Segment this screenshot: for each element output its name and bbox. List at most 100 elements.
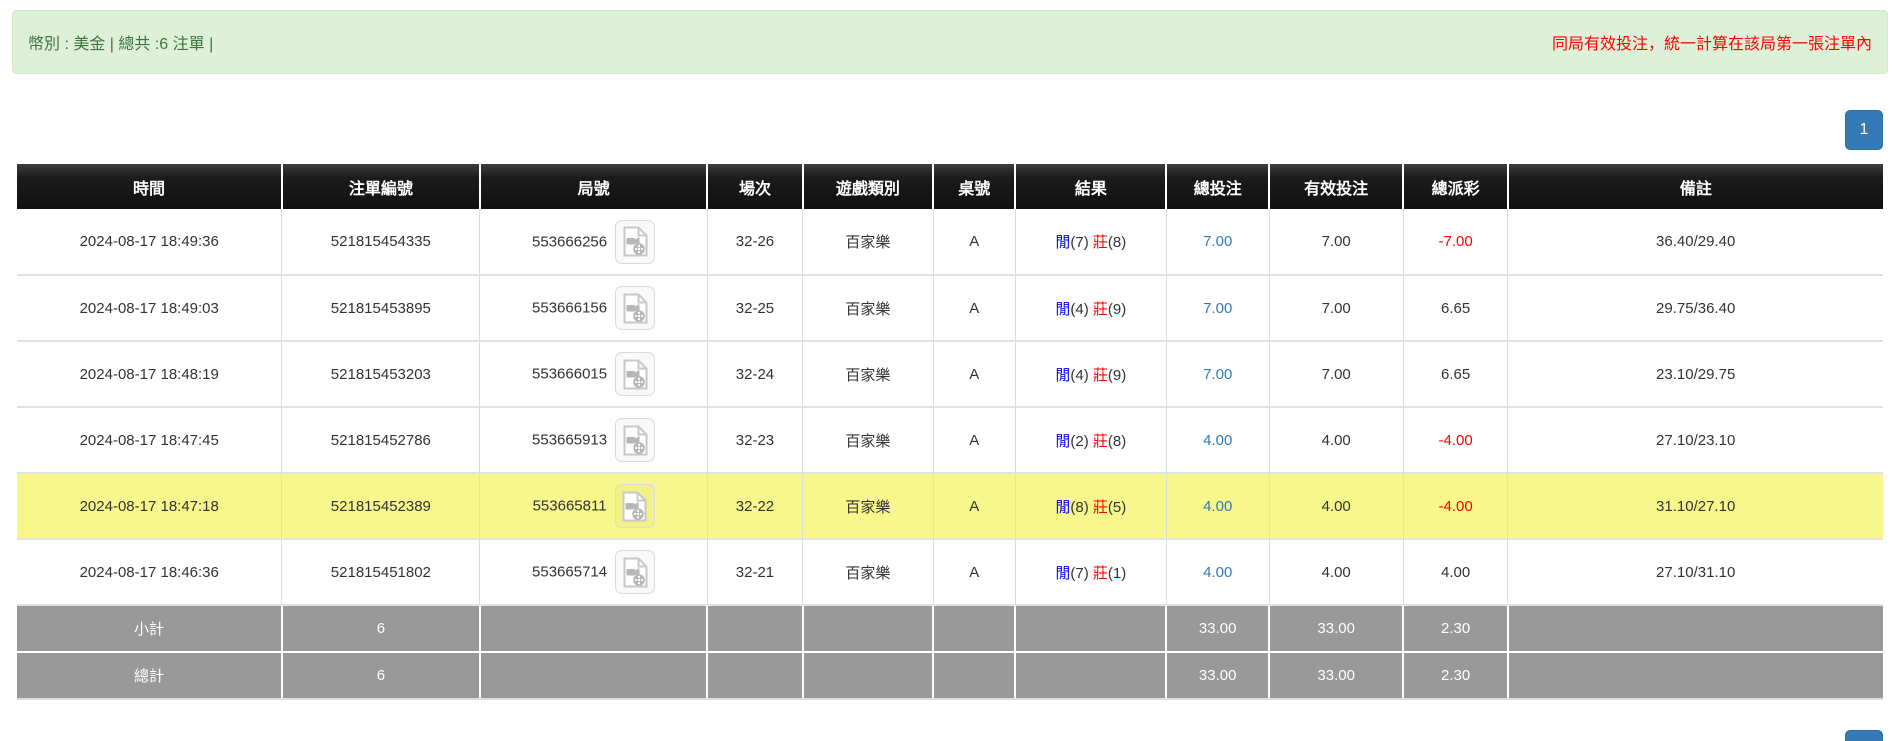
total-cell-5 bbox=[932, 651, 1016, 700]
currency-total-text: 幣別 : 美金 | 總共 :6 注單 | bbox=[28, 36, 214, 53]
result-banker-value: (9) bbox=[1107, 366, 1127, 384]
result-player-value: (4) bbox=[1070, 366, 1089, 384]
cell-payout: 6.65 bbox=[1402, 275, 1508, 342]
cell-payout: 4.00 bbox=[1402, 539, 1508, 606]
table-row[interactable]: 2024-08-17 18:46:36 521815451802 553665714… bbox=[17, 539, 1883, 606]
round-number: 553666156 bbox=[532, 299, 608, 317]
subtotal-cell-5 bbox=[932, 604, 1016, 652]
pagination-bottom: 1 bbox=[0, 730, 1883, 741]
column-header-9: 總派彩 bbox=[1402, 164, 1508, 209]
page-button-1-bottom[interactable]: 1 bbox=[1845, 730, 1883, 741]
column-header-6: 結果 bbox=[1014, 164, 1167, 209]
total-bet-link[interactable]: 4.00 bbox=[1203, 498, 1232, 515]
cell-total-bet: 4.00 bbox=[1165, 539, 1270, 606]
total-cell-8: 33.00 bbox=[1268, 651, 1404, 700]
total-bet-link[interactable]: 7.00 bbox=[1203, 300, 1232, 317]
video-replay-button[interactable] bbox=[615, 550, 656, 594]
subtotal-cell-2 bbox=[478, 604, 708, 652]
total-bet-link[interactable]: 4.00 bbox=[1203, 564, 1232, 581]
column-header-7: 總投注 bbox=[1165, 164, 1270, 209]
subtotal-row: 小計 6 33.00 33.00 2.30 bbox=[17, 604, 1883, 652]
video-replay-icon bbox=[623, 557, 648, 587]
subtotal-cell-0: 小計 bbox=[17, 604, 282, 652]
cell-round: 553665811 bbox=[479, 473, 708, 540]
total-cell-10 bbox=[1506, 651, 1883, 700]
cell-bet-id: 521815453895 bbox=[281, 275, 480, 342]
column-header-0: 時間 bbox=[17, 164, 282, 209]
cell-bet-id: 521815451802 bbox=[281, 539, 480, 606]
cell-session: 32-21 bbox=[706, 539, 803, 606]
cell-session: 32-26 bbox=[706, 209, 803, 276]
cell-game-type: 百家樂 bbox=[802, 209, 934, 276]
table-row[interactable]: 2024-08-17 18:49:03 521815453895 553666156… bbox=[17, 275, 1883, 342]
video-replay-icon bbox=[623, 293, 648, 323]
round-number: 553665913 bbox=[532, 431, 608, 449]
video-replay-icon bbox=[623, 425, 648, 455]
round-number: 553665714 bbox=[532, 563, 608, 581]
result-banker-label: 莊 bbox=[1092, 300, 1108, 318]
result-banker-label: 莊 bbox=[1092, 498, 1108, 516]
cell-valid-bet: 7.00 bbox=[1268, 275, 1404, 342]
round-number: 553666256 bbox=[532, 233, 608, 250]
table-row[interactable]: 2024-08-17 18:47:18 521815452389 553665811… bbox=[17, 473, 1883, 540]
cell-table-no: A bbox=[932, 473, 1016, 540]
column-header-10: 備註 bbox=[1506, 164, 1883, 209]
cell-valid-bet: 4.00 bbox=[1268, 539, 1404, 606]
cell-session: 32-25 bbox=[706, 275, 803, 342]
cell-session: 32-23 bbox=[706, 407, 803, 474]
column-header-4: 遊戲類別 bbox=[801, 164, 934, 209]
video-replay-button[interactable] bbox=[615, 418, 656, 462]
cell-result: 閒(8) 莊(5) bbox=[1014, 473, 1167, 540]
video-replay-button[interactable] bbox=[615, 286, 656, 330]
result-banker-label: 莊 bbox=[1092, 432, 1108, 450]
result-banker-value: (8) bbox=[1107, 234, 1127, 251]
result-player-label: 閒 bbox=[1055, 234, 1071, 251]
cell-remark: 29.75/36.40 bbox=[1507, 275, 1883, 342]
total-bet-link[interactable]: 7.00 bbox=[1203, 233, 1232, 250]
cell-bet-id: 521815452389 bbox=[281, 473, 480, 540]
cell-round: 553666015 bbox=[479, 341, 708, 408]
result-player-label: 閒 bbox=[1055, 432, 1071, 450]
cell-time: 2024-08-17 18:47:45 bbox=[17, 407, 282, 474]
cell-table-no: A bbox=[932, 341, 1016, 408]
video-replay-button[interactable] bbox=[614, 484, 655, 528]
cell-valid-bet: 7.00 bbox=[1268, 341, 1404, 408]
cell-total-bet: 4.00 bbox=[1165, 407, 1270, 474]
subtotal-cell-7: 33.00 bbox=[1165, 604, 1270, 652]
result-player-label: 閒 bbox=[1055, 300, 1071, 318]
cell-game-type: 百家樂 bbox=[802, 539, 934, 606]
table-row[interactable]: 2024-08-17 18:47:45 521815452786 553665913… bbox=[17, 407, 1883, 474]
result-player-value: (7) bbox=[1070, 234, 1089, 251]
column-header-2: 局號 bbox=[478, 164, 708, 209]
total-cell-6 bbox=[1014, 651, 1167, 700]
cell-table-no: A bbox=[932, 209, 1016, 276]
result-banker-value: (9) bbox=[1107, 300, 1127, 318]
table-row[interactable]: 2024-08-17 18:48:19 521815453203 553666015… bbox=[17, 341, 1883, 408]
cell-time: 2024-08-17 18:48:19 bbox=[17, 341, 282, 408]
cell-game-type: 百家樂 bbox=[802, 473, 934, 540]
cell-valid-bet: 7.00 bbox=[1268, 209, 1404, 276]
pagination-top: 1 bbox=[0, 110, 1883, 150]
cell-payout: -4.00 bbox=[1402, 473, 1508, 540]
table-row[interactable]: 2024-08-17 18:49:36 521815454335 553666256… bbox=[17, 209, 1883, 276]
subtotal-cell-8: 33.00 bbox=[1268, 604, 1404, 652]
cell-total-bet: 7.00 bbox=[1165, 275, 1270, 342]
cell-time: 2024-08-17 18:49:03 bbox=[17, 275, 282, 342]
cell-result: 閒(4) 莊(9) bbox=[1014, 341, 1167, 408]
page-button-1[interactable]: 1 bbox=[1845, 110, 1883, 150]
subtotal-cell-6 bbox=[1014, 604, 1167, 652]
cell-result: 閒(4) 莊(9) bbox=[1014, 275, 1167, 342]
column-header-3: 場次 bbox=[706, 164, 803, 209]
video-replay-button[interactable] bbox=[615, 352, 656, 396]
cell-total-bet: 7.00 bbox=[1165, 341, 1270, 408]
subtotal-cell-4 bbox=[801, 604, 934, 652]
total-bet-link[interactable]: 4.00 bbox=[1203, 432, 1232, 449]
cell-time: 2024-08-17 18:49:36 bbox=[17, 209, 282, 276]
video-replay-button[interactable] bbox=[615, 219, 656, 264]
result-banker-value: (1) bbox=[1107, 564, 1127, 582]
result-banker-value: (5) bbox=[1107, 498, 1127, 516]
total-bet-link[interactable]: 7.00 bbox=[1203, 366, 1232, 383]
table-header-row: 時間 注單編號 局號 場次 遊戲類別 桌號 結果 總投注 有效投注 總派彩 備註 bbox=[17, 164, 1883, 209]
cell-game-type: 百家樂 bbox=[802, 341, 934, 408]
subtotal-cell-9: 2.30 bbox=[1402, 604, 1508, 652]
